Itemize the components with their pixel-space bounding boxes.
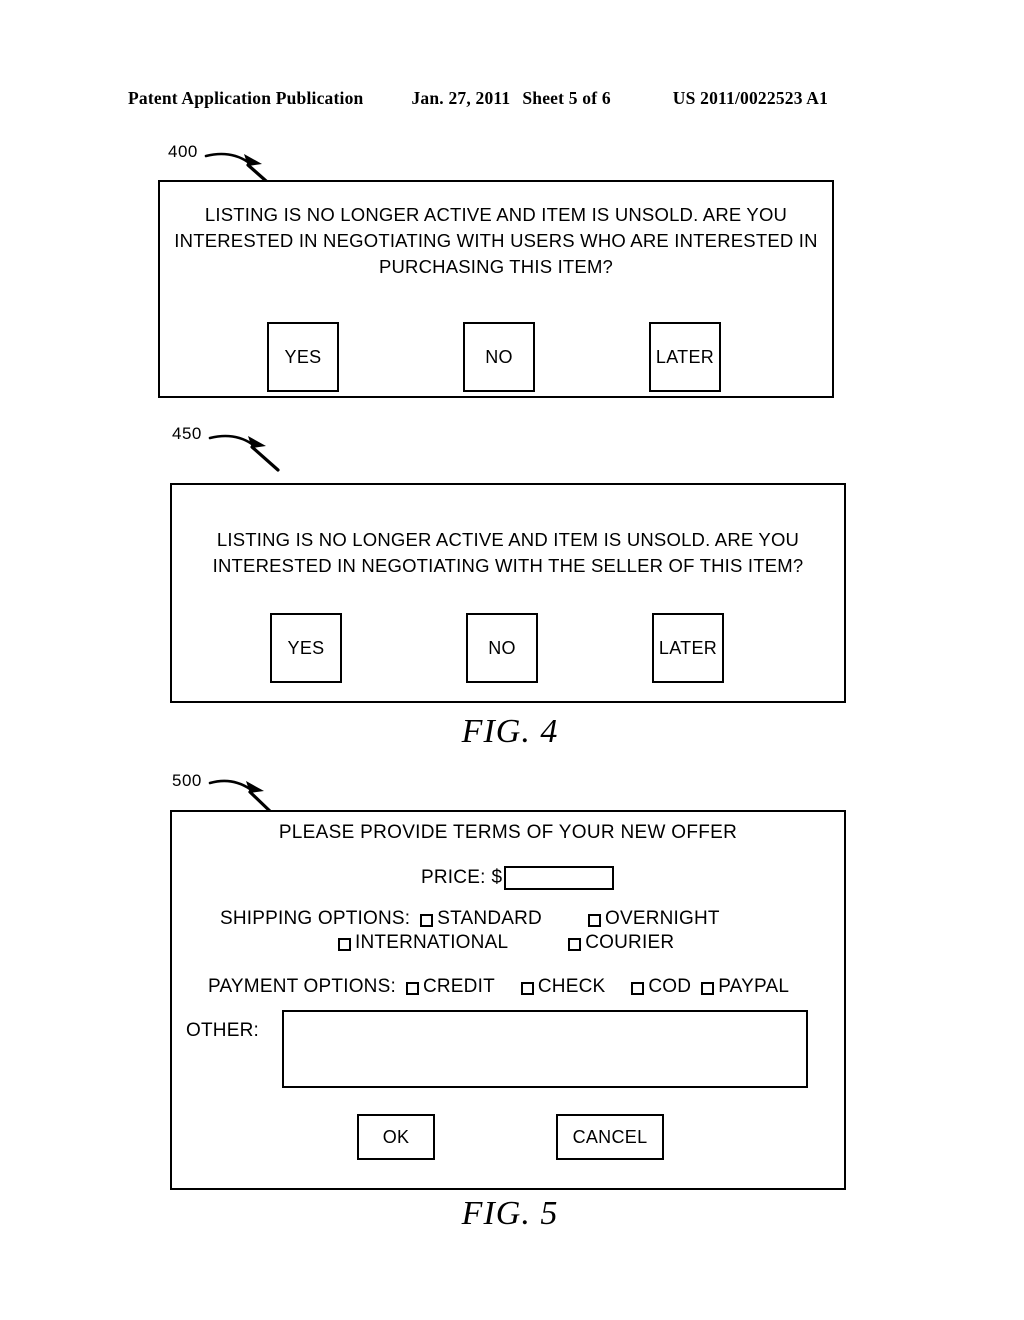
shipping-option-standard[interactable]: STANDARD [420,908,542,930]
reference-number-400: 400 [168,142,198,161]
checkbox-icon[interactable] [568,937,582,951]
reference-callout-450: 450 [172,424,302,476]
publication-label: Patent Application Publication [128,88,364,108]
shipping-option-courier-label: COURIER [585,932,675,953]
shipping-options-row-2: INTERNATIONAL COURIER [338,932,674,954]
leader-arrow-icon [208,434,280,472]
payment-options-row: PAYMENT OPTIONS: CREDIT CHECK COD PAYPAL [208,976,789,998]
shipping-option-overnight[interactable]: OVERNIGHT [587,908,720,930]
ok-button-label: OK [382,1126,410,1147]
dialog-450-yes-label: YES [287,637,325,658]
shipping-options-row-1: SHIPPING OPTIONS: STANDARD OVERNIGHT [220,908,720,930]
payment-option-cod[interactable]: COD [631,976,691,998]
dialog-400: LISTING IS NO LONGER ACTIVE AND ITEM IS … [158,180,834,398]
dialog-500: PLEASE PROVIDE TERMS OF YOUR NEW OFFER P… [170,810,846,1190]
payment-option-check-label: CHECK [537,976,606,997]
payment-option-check[interactable]: CHECK [520,976,606,998]
checkbox-icon[interactable] [338,937,351,951]
figure-5-caption: FIG. 5 [461,1195,559,1232]
dialog-450-later-label: LATER [658,637,718,658]
payment-option-cod-label: COD [648,976,692,997]
cancel-button-label: CANCEL [572,1126,648,1147]
dialog-400-no-button[interactable]: NO [463,322,535,392]
page-header: Patent Application Publication Jan. 27, … [128,88,896,109]
sheet-number: Sheet 5 of 6 [522,88,611,108]
dialog-400-yes-button[interactable]: YES [267,322,339,392]
checkbox-icon[interactable] [405,981,419,995]
other-label: OTHER: [186,1020,259,1041]
checkbox-icon[interactable] [631,981,645,995]
dialog-450-no-button[interactable]: NO [466,613,538,683]
reference-number-450: 450 [172,424,202,443]
dialog-450-no-label: NO [488,637,516,658]
checkbox-icon[interactable] [587,913,601,927]
shipping-options-label: SHIPPING OPTIONS: [220,908,411,929]
price-label: PRICE: [421,867,486,888]
dialog-450-later-button[interactable]: LATER [652,613,724,683]
shipping-option-international[interactable]: INTERNATIONAL [338,932,508,954]
publication-date: Jan. 27, 2011 [411,88,511,108]
patent-number: US 2011/0022523 A1 [672,88,829,108]
ok-button[interactable]: OK [357,1114,435,1160]
checkbox-icon[interactable] [420,913,434,927]
payment-options-label: PAYMENT OPTIONS: [208,976,396,997]
cancel-button[interactable]: CANCEL [556,1114,664,1160]
payment-option-credit-label: CREDIT [422,976,495,997]
dialog-500-title: PLEASE PROVIDE TERMS OF YOUR NEW OFFER [278,822,738,843]
reference-number-500: 500 [172,771,202,790]
checkbox-icon[interactable] [520,981,534,995]
dialog-400-later-label: LATER [655,346,715,367]
dialog-400-later-button[interactable]: LATER [649,322,721,392]
price-input[interactable] [504,866,615,890]
shipping-option-courier[interactable]: COURIER [568,932,674,954]
dialog-450: LISTING IS NO LONGER ACTIVE AND ITEM IS … [170,483,846,703]
other-textarea[interactable] [282,1010,808,1088]
payment-option-credit[interactable]: CREDIT [405,976,495,998]
price-row: PRICE: $ [421,866,615,890]
shipping-option-standard-label: STANDARD [437,908,542,929]
dialog-400-yes-label: YES [284,346,322,367]
currency-symbol: $ [491,867,503,888]
payment-option-paypal[interactable]: PAYPAL [701,976,789,998]
figure-4-caption: FIG. 4 [461,713,559,750]
dialog-400-no-label: NO [485,346,513,367]
dialog-400-prompt: LISTING IS NO LONGER ACTIVE AND ITEM IS … [174,204,818,277]
checkbox-icon[interactable] [701,981,715,995]
payment-option-paypal-label: PAYPAL [718,976,790,997]
dialog-450-yes-button[interactable]: YES [270,613,342,683]
dialog-450-prompt: LISTING IS NO LONGER ACTIVE AND ITEM IS … [212,529,804,576]
shipping-option-overnight-label: OVERNIGHT [604,908,720,929]
shipping-option-international-label: INTERNATIONAL [355,932,509,953]
